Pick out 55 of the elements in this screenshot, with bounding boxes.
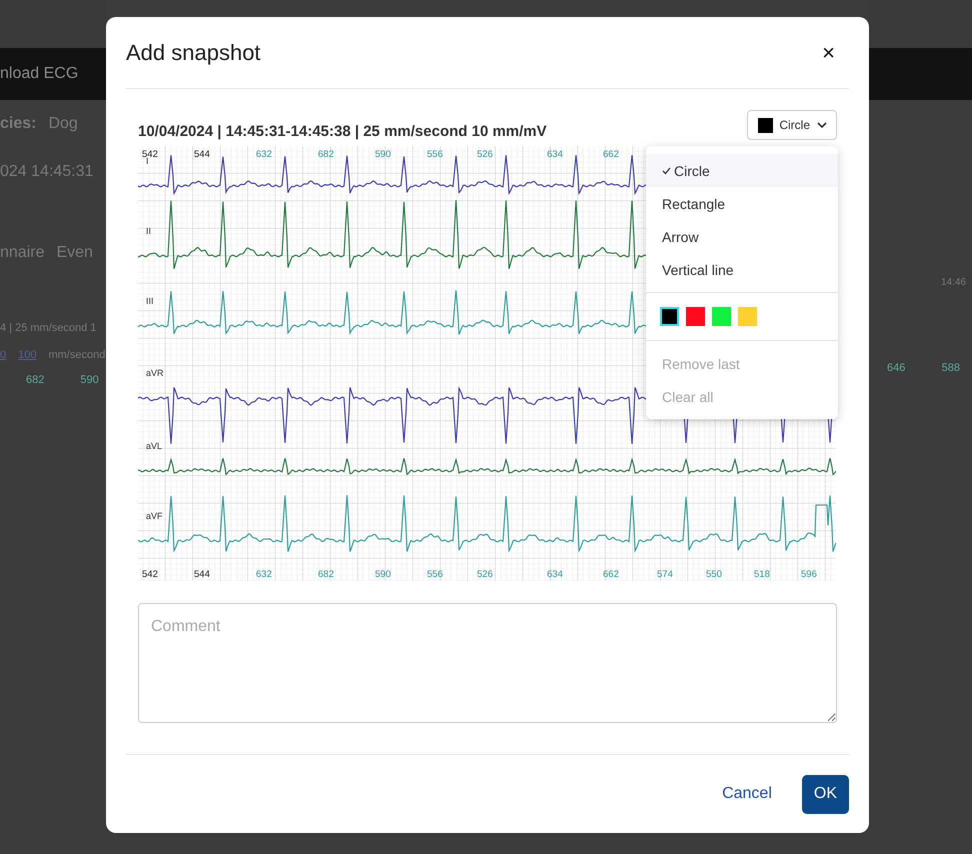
beat-interval: 550 xyxy=(706,569,722,580)
color-option[interactable] xyxy=(712,307,731,326)
beat-interval: 542 xyxy=(142,149,158,160)
beat-interval: 542 xyxy=(142,569,158,580)
beat-interval: 646 xyxy=(887,362,906,374)
beat-interval: 544 xyxy=(194,569,210,580)
lead-label: aVF xyxy=(146,511,163,521)
lead-label: aVL xyxy=(146,441,162,451)
header-title: nload ECG xyxy=(0,65,78,83)
beat-interval: 634 xyxy=(547,569,563,580)
beat-interval: 590 xyxy=(375,149,391,160)
beat-interval: 556 xyxy=(427,569,443,580)
tool-option[interactable]: Arrow xyxy=(646,220,838,253)
beat-interval: 574 xyxy=(657,569,673,580)
ok-button[interactable]: OK xyxy=(802,774,849,814)
comment-field[interactable]: Comment xyxy=(138,603,837,723)
beat-interval: 662 xyxy=(603,149,619,160)
lead-label: III xyxy=(146,296,154,306)
beat-interval: 682 xyxy=(26,374,44,386)
check-icon xyxy=(662,166,671,174)
beat-interval: 590 xyxy=(375,569,391,580)
lead-label: II xyxy=(146,226,152,236)
beat-interval: 590 xyxy=(80,374,99,386)
beat-interval: 682 xyxy=(318,149,334,160)
lead-label: I xyxy=(146,156,149,166)
chevron-icon xyxy=(816,121,828,129)
beat-interval: 632 xyxy=(256,569,272,580)
beat-interval: 544 xyxy=(194,149,210,160)
species-label: cies: xyxy=(0,115,36,133)
snapshot-caption: 10/04/2024 | 14:45:31-14:45:38 | 25 mm/second 10 mm/mV xyxy=(138,123,547,140)
speed-unit: mm/second xyxy=(48,349,106,361)
tool-option[interactable]: Rectangle xyxy=(646,187,838,220)
dialog-title: Add snapshot xyxy=(126,40,261,66)
strip-caption: 4 | 25 mm/second 1 xyxy=(0,322,96,334)
lead-label: aVR xyxy=(146,368,164,378)
beat-interval: 634 xyxy=(547,149,563,160)
recording-datetime: 024 14:45:31 xyxy=(0,163,94,181)
tool-select[interactable]: Circle xyxy=(747,110,837,140)
beat-interval: 518 xyxy=(754,569,770,580)
beat-interval: 596 xyxy=(801,569,817,580)
beat-interval: 556 xyxy=(427,149,443,160)
color-option[interactable] xyxy=(660,307,679,326)
tool-option[interactable]: Circle xyxy=(646,154,838,187)
beat-interval: 588 xyxy=(942,362,960,374)
beat-interval: 526 xyxy=(477,149,493,160)
time-tick: 14:46 xyxy=(940,276,966,288)
beat-interval: 682 xyxy=(318,569,334,580)
species-value: Dog xyxy=(48,115,78,133)
beat-interval: 632 xyxy=(256,149,272,160)
beat-interval: 526 xyxy=(477,569,493,580)
tool-option[interactable]: Vertical line xyxy=(646,253,838,286)
cancel-link[interactable]: Cancel xyxy=(710,774,784,814)
color-option[interactable] xyxy=(686,307,705,326)
close-button[interactable]: × xyxy=(808,40,849,66)
beat-interval: 662 xyxy=(603,569,619,580)
